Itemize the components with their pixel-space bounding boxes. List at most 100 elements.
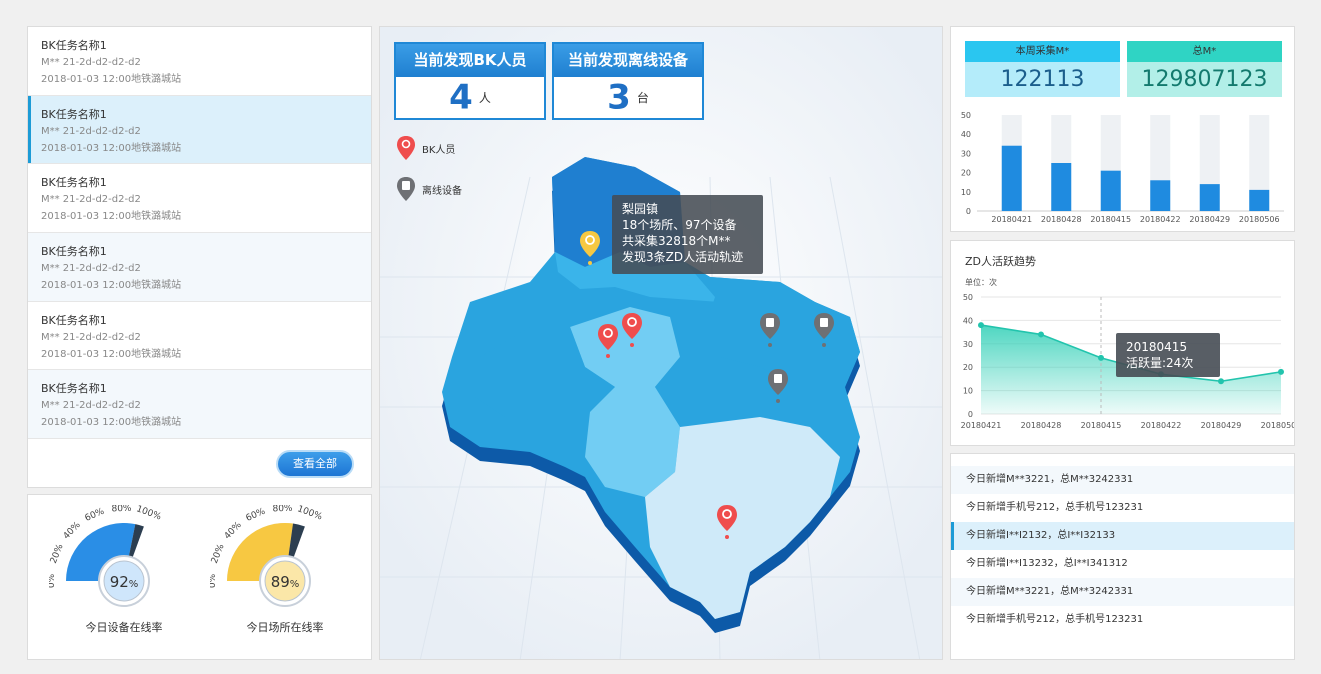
venue-online-gauge: 0% 20% 40% 60% 80% 100% 89% 今日场所在线率 bbox=[208, 504, 360, 657]
bk-person-card: 当前发现BK人员 4人 bbox=[394, 42, 546, 120]
kpi-label: 本周采集M* bbox=[965, 41, 1120, 62]
task-title: BK任务名称1 bbox=[41, 245, 107, 259]
y-tick-label: 10 bbox=[961, 188, 971, 197]
task-code: M** 21-2d-d2-d2-d2 bbox=[41, 57, 141, 68]
task-time: 2018-01-03 12:00地铁潞城站 bbox=[41, 280, 182, 292]
x-tick-label: 20180428 bbox=[1021, 421, 1062, 430]
y-tick-label: 40 bbox=[961, 130, 971, 139]
gauge-tick-label: 40% bbox=[62, 520, 83, 542]
tooltip-value: 活跃量:24次 bbox=[1126, 356, 1194, 370]
view-all-button[interactable]: 查看全部 bbox=[276, 450, 354, 478]
task-time: 2018-01-03 12:00地铁潞城站 bbox=[41, 417, 182, 429]
gauge-tick-label: 0% bbox=[49, 573, 57, 588]
card-title: 当前发现BK人员 bbox=[396, 44, 544, 77]
data-point bbox=[1098, 354, 1104, 361]
y-tick-label: 50 bbox=[963, 293, 973, 302]
bar bbox=[1001, 145, 1022, 211]
task-code: M** 21-2d-d2-d2-d2 bbox=[41, 263, 141, 275]
task-item[interactable]: BK任务名称1 M** 21-2d-d2-d2-d2 2018-01-03 12… bbox=[28, 95, 371, 165]
bar bbox=[1100, 170, 1121, 211]
task-time: 2018-01-03 12:00地铁潞城站 bbox=[41, 211, 182, 223]
task-code: M** 21-2d-d2-d2-d2 bbox=[41, 125, 141, 137]
gauge-tick-label: 60% bbox=[84, 506, 107, 523]
weekly-bar-chart: 0 10 20 30 40 50 20180421 20180428 20180415 20180… bbox=[961, 111, 1284, 224]
tooltip-date: 20180415 bbox=[1126, 340, 1188, 354]
task-item[interactable]: BK任务名称1 M** 21-2d-d2-d2-d2 2018-01-03 12… bbox=[28, 370, 371, 440]
x-tick-label: 20180429 bbox=[1189, 215, 1230, 224]
gauge-tick-label: 100% bbox=[135, 505, 163, 523]
kpi-value: 129807123 bbox=[1127, 62, 1282, 97]
y-tick-label: 20 bbox=[963, 363, 973, 372]
x-tick-label: 20180421 bbox=[961, 421, 1002, 430]
news-item[interactable]: 今日新增手机号212，总手机号123231 bbox=[951, 606, 1294, 634]
data-point bbox=[1218, 378, 1224, 385]
task-item[interactable]: BK任务名称1 M** 21-2d-d2-d2-d2 2018-01-03 12… bbox=[28, 233, 371, 302]
tooltip-line: 发现3条ZD人活动轨迹 bbox=[622, 250, 744, 264]
map-canvas[interactable] bbox=[380, 27, 943, 660]
y-tick-label: 10 bbox=[963, 387, 973, 396]
offline-device-card: 当前发现离线设备 3台 bbox=[552, 42, 704, 120]
news-item[interactable]: 今日新增I**I2132，总I**I32133 bbox=[951, 522, 1294, 550]
kpi-value: 122113 bbox=[965, 62, 1120, 97]
task-title: BK任务名称1 bbox=[41, 107, 107, 121]
x-tick-label: 20180429 bbox=[1201, 421, 1242, 430]
news-item[interactable]: 今日新增M**3221，总M**3242331 bbox=[951, 578, 1294, 606]
trend-tooltip: 20180415 活跃量:24次 bbox=[1116, 333, 1220, 377]
total-kpi: 总M* 129807123 bbox=[1127, 41, 1282, 97]
x-tick-label: 20180506 bbox=[1261, 421, 1294, 430]
kpi-label: 总M* bbox=[1127, 41, 1282, 62]
news-item[interactable]: 今日新增手机号212，总手机号123231 bbox=[951, 494, 1294, 522]
trend-unit: 单位：次 bbox=[965, 278, 997, 287]
task-time: 2018-01-03 12:00地铁潞城站 bbox=[41, 74, 182, 85]
x-tick-label: 20180421 bbox=[991, 215, 1032, 224]
tooltip-line: 18个场所、97个设备 bbox=[622, 218, 737, 232]
bar bbox=[1051, 163, 1072, 211]
gauge-label: 今日设备在线率 bbox=[85, 621, 163, 634]
news-panel: 今日新增M**3221，总M**3242331 今日新增手机号212，总手机号1… bbox=[950, 453, 1295, 660]
bar bbox=[1150, 180, 1171, 211]
task-item[interactable]: BK任务名称1 M** 21-2d-d2-d2-d2 2018-01-03 12… bbox=[28, 27, 371, 96]
device-online-gauge: 0% 20% 40% 60% 80% 100% 92% 今日设备在线率 bbox=[47, 504, 199, 657]
data-point bbox=[1038, 331, 1044, 338]
card-value: 3 bbox=[607, 77, 631, 118]
y-tick-label: 0 bbox=[968, 410, 973, 419]
task-item[interactable]: BK任务名称1 M** 21-2d-d2-d2-d2 2018-01-03 12… bbox=[28, 302, 371, 371]
gauge-tick-label: 20% bbox=[49, 542, 66, 565]
online-rate-panel: 0% 20% 40% 60% 80% 100% 92% 今日设备在线率 0% 20% 40% 60… bbox=[27, 494, 372, 660]
gauge-tick-label: 100% bbox=[296, 505, 324, 523]
person-marker-icon bbox=[397, 136, 415, 160]
legend-device-label: 离线设备 bbox=[422, 185, 462, 197]
bar bbox=[1249, 189, 1270, 211]
tooltip-town: 梨园镇 bbox=[622, 202, 659, 216]
task-code: M** 21-2d-d2-d2-d2 bbox=[41, 331, 141, 343]
gauge-dial: 0%20%40%60% 80% 100%92% bbox=[47, 504, 163, 607]
gauge-tick-label: 20% bbox=[210, 542, 227, 565]
news-item[interactable]: 今日新增M**3221，总M**3242331 bbox=[951, 466, 1294, 494]
card-title: 当前发现离线设备 bbox=[554, 44, 702, 77]
x-tick-label: 20180415 bbox=[1081, 421, 1122, 430]
gauge-tick-label: 80% bbox=[111, 505, 132, 514]
news-item[interactable]: 今日新增I**I13232，总I**I341312 bbox=[951, 550, 1294, 578]
x-tick-label: 20180428 bbox=[1041, 215, 1082, 224]
task-code: M** 21-2d-d2-d2-d2 bbox=[41, 194, 141, 206]
map-panel: 当前发现BK人员 4人 当前发现离线设备 3台 BK人员 离线设备 梨园镇 18… bbox=[379, 26, 943, 660]
y-tick-label: 50 bbox=[961, 111, 971, 120]
legend-person: BK人员 bbox=[396, 135, 455, 161]
tooltip-line: 共采集32818个M** bbox=[622, 234, 731, 248]
y-tick-label: 30 bbox=[961, 149, 971, 158]
task-title: BK任务名称1 bbox=[41, 382, 107, 396]
task-list-panel: BK任务名称1 M** 21-2d-d2-d2-d2 2018-01-03 12… bbox=[27, 26, 372, 488]
y-tick-label: 0 bbox=[966, 207, 971, 216]
x-tick-label: 20180415 bbox=[1090, 215, 1131, 224]
gauge-dial: 0%20%40%60% 80% 100%89% bbox=[208, 504, 324, 607]
gauge-tick-label: 0% bbox=[210, 573, 218, 588]
gauge-tick-label: 40% bbox=[223, 520, 244, 542]
data-point bbox=[1278, 368, 1284, 375]
gauge-tick-label: 60% bbox=[245, 506, 268, 523]
bar bbox=[1199, 184, 1220, 211]
task-item[interactable]: BK任务名称1 M** 21-2d-d2-d2-d2 2018-01-03 12… bbox=[28, 164, 371, 234]
data-point bbox=[978, 322, 984, 329]
trend-panel: ZD人活跃趋势 单位：次 0 10 20 30 40 50 20180421 20180428… bbox=[950, 240, 1295, 446]
gauge-label: 今日场所在线率 bbox=[246, 621, 324, 634]
weekly-collect-kpi: 本周采集M* 122113 bbox=[965, 41, 1120, 97]
